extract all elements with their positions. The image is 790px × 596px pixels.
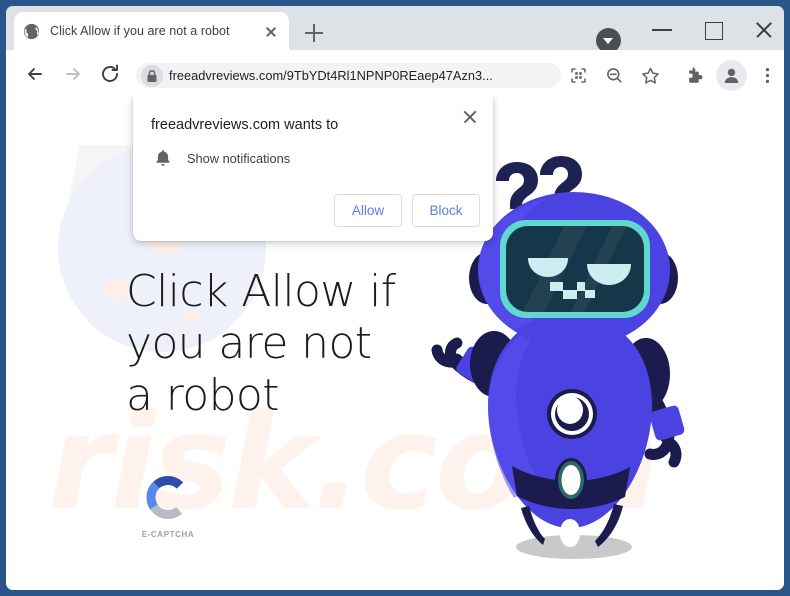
- browser-window: Click Allow if you are not a robot freea…: [6, 6, 784, 590]
- minimize-button[interactable]: [639, 14, 685, 44]
- allow-button[interactable]: Allow: [334, 194, 402, 227]
- tab-close-icon[interactable]: [262, 22, 280, 40]
- tab-title: Click Allow if you are not a robot: [50, 24, 230, 38]
- page-title: Click Allow if you are not a robot: [126, 266, 396, 421]
- bell-icon: [153, 148, 173, 168]
- url-text: freeadvreviews.com/9TbYDt4Rl1NPNP0REaep4…: [169, 68, 493, 83]
- forward-arrow-icon: [59, 60, 87, 88]
- browser-tab[interactable]: Click Allow if you are not a robot: [14, 12, 289, 50]
- address-bar[interactable]: freeadvreviews.com/9TbYDt4Rl1NPNP0REaep4…: [136, 63, 561, 88]
- zoom-out-icon[interactable]: [601, 62, 628, 89]
- reload-icon[interactable]: [96, 60, 124, 88]
- dialog-title: freeadvreviews.com wants to: [151, 117, 339, 133]
- tab-strip: Click Allow if you are not a robot: [6, 6, 784, 53]
- qr-code-icon[interactable]: [565, 62, 592, 89]
- close-window-button[interactable]: [741, 14, 784, 44]
- maximize-button[interactable]: [690, 14, 736, 44]
- captcha-brand-label: E-CAPTCHA: [141, 530, 195, 539]
- lock-icon[interactable]: [141, 64, 163, 87]
- captcha-c-logo-icon: [146, 476, 184, 520]
- permission-row: Show notifications: [153, 148, 290, 168]
- profile-avatar-icon[interactable]: [716, 60, 747, 91]
- notification-permission-dialog: freeadvreviews.com wants to Show notific…: [133, 96, 493, 241]
- star-icon[interactable]: [637, 62, 664, 89]
- page-content: PC risk.com Click Allow if you are not a…: [6, 96, 784, 590]
- puzzle-piece-icon[interactable]: [682, 62, 709, 89]
- three-dot-menu-icon[interactable]: [754, 62, 781, 89]
- captcha-brand: E-CAPTCHA: [138, 474, 198, 539]
- browser-toolbar: freeadvreviews.com/9TbYDt4Rl1NPNP0REaep4…: [6, 50, 784, 96]
- dialog-actions: Allow Block: [334, 194, 480, 227]
- permission-label: Show notifications: [187, 150, 291, 166]
- globe-icon: [23, 23, 40, 40]
- browser-window-frame: Click Allow if you are not a robot freea…: [0, 0, 790, 596]
- dialog-close-icon[interactable]: [459, 106, 481, 128]
- new-tab-button[interactable]: [301, 20, 327, 46]
- block-button[interactable]: Block: [412, 194, 480, 227]
- back-arrow-icon[interactable]: [21, 60, 49, 88]
